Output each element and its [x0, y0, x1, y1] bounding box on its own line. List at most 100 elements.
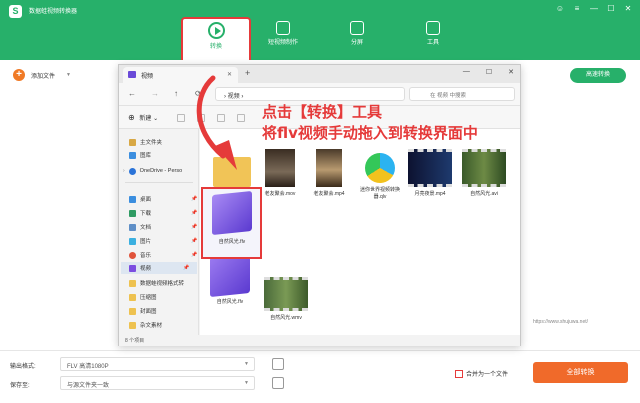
tab-convert-label: 转换	[209, 44, 222, 50]
clapper-icon	[276, 21, 290, 35]
sidebar-item-videos[interactable]: 视频 📌	[121, 262, 197, 274]
tab-tools[interactable]: 工具	[398, 17, 468, 60]
explorer-status-bar: 8 个项目	[119, 335, 520, 346]
back-icon[interactable]: ←	[128, 89, 136, 98]
maximize-icon[interactable]: ☐	[486, 68, 492, 76]
folder-icon	[129, 279, 136, 287]
output-format-label: 输出格式:	[10, 364, 36, 370]
tab-split-screen[interactable]: 分屏	[322, 17, 392, 60]
qlv-icon	[365, 153, 395, 183]
explorer-window-controls: — ☐ ✕	[463, 68, 514, 76]
video-thumbnail	[265, 149, 295, 187]
fast-convert-button[interactable]: 高速转换	[570, 68, 626, 83]
new-tab-icon[interactable]: +	[245, 68, 250, 78]
drag-arrow-icon	[196, 75, 237, 170]
sidebar-item-downloads[interactable]: 下载 📌	[129, 207, 197, 219]
up-icon[interactable]: ↑	[174, 89, 178, 98]
annotation-line-2: 将flv视频手动拖入到转换界面中	[262, 124, 478, 142]
tab-short-video[interactable]: 短视频制作	[248, 17, 318, 60]
output-format-select[interactable]: FLV 高清1080P ▼	[60, 357, 255, 371]
file-item[interactable]: 老友聚会.mp4	[303, 149, 355, 197]
menu-icon[interactable]: ≡	[571, 3, 583, 15]
add-file-button[interactable]: + 添加文件 ▼	[13, 69, 71, 81]
convert-all-button[interactable]: 全部转换	[533, 362, 628, 383]
file-name: 迷你世界视频转换器.qlv	[359, 187, 400, 200]
file-item[interactable]: 月亮夜景.mp4	[404, 149, 456, 197]
pin-icon: 📌	[191, 210, 198, 216]
minimize-icon[interactable]: —	[588, 3, 600, 15]
tab-split-screen-label: 分屏	[350, 40, 363, 46]
add-file-label: 添加文件	[31, 73, 56, 80]
merge-label: 合并为一个文件	[466, 372, 509, 378]
sidebar-item-folder-covers[interactable]: 封面图	[129, 305, 157, 317]
chevron-down-icon: ⌄	[153, 116, 159, 122]
toolbox-icon	[426, 21, 440, 35]
new-button[interactable]: ⊕ 新建 ⌄	[128, 113, 158, 122]
window-controls: ☺ ≡ — ☐ ✕	[554, 3, 634, 15]
forward-icon[interactable]: →	[151, 89, 159, 98]
file-name: 自然风光.avi	[470, 191, 498, 197]
explorer-tab-title: 视频	[141, 74, 154, 80]
file-item-flv[interactable]: 自然风光.flv	[204, 252, 256, 305]
search-input[interactable]: 在 视频 中搜索	[409, 87, 515, 101]
sidebar-item-folder-materials[interactable]: 杂文素材	[129, 319, 162, 331]
pin-icon: 📌	[191, 196, 198, 202]
folder-icon	[129, 321, 136, 329]
download-icon	[129, 209, 136, 217]
sidebar-item-folder-compressed[interactable]: 压缩图	[129, 291, 157, 303]
sidebar-item-home[interactable]: 主文件夹	[129, 136, 162, 148]
app-title: 数据蛙视频转换器	[29, 9, 78, 15]
chevron-down-icon[interactable]: ▼	[66, 72, 71, 78]
save-to-select[interactable]: 与源文件夹一致 ▼	[60, 376, 255, 390]
pin-icon: 📌	[191, 224, 198, 230]
documents-icon	[129, 223, 136, 231]
file-name: 自然风光.flv	[216, 299, 244, 305]
close-icon[interactable]: ✕	[508, 68, 514, 76]
minimize-icon[interactable]: —	[463, 68, 470, 76]
cut-icon[interactable]	[177, 114, 185, 122]
pin-icon: 📌	[191, 252, 198, 258]
folder-icon	[129, 307, 136, 315]
explorer-titlebar: 视频 ✕ + — ☐ ✕	[119, 65, 520, 83]
pictures-icon	[129, 237, 136, 245]
maximize-icon[interactable]: ☐	[605, 3, 617, 15]
videos-icon	[128, 71, 136, 78]
checkbox-box[interactable]	[455, 369, 463, 378]
tab-tools-label: 工具	[426, 40, 439, 46]
file-name: 月亮夜景.mp4	[414, 191, 446, 197]
film-thumbnail	[462, 149, 506, 187]
sidebar-item-documents[interactable]: 文档 📌	[129, 221, 197, 233]
file-item[interactable]: 自然风光.avi	[458, 149, 510, 197]
new-button-label: 新建	[139, 116, 152, 122]
merge-checkbox[interactable]: 合并为一个文件	[455, 369, 508, 378]
sidebar-item-gallery[interactable]: 图库	[129, 149, 151, 161]
file-item[interactable]: 迷你世界视频转换器.qlv	[354, 149, 406, 200]
video-thumbnail	[316, 149, 342, 187]
format-settings-icon[interactable]	[272, 358, 284, 370]
home-icon	[129, 138, 136, 146]
open-folder-icon[interactable]	[272, 377, 284, 389]
video-file-icon	[210, 252, 250, 298]
close-icon[interactable]: ✕	[622, 3, 634, 15]
feedback-icon[interactable]: ☺	[554, 3, 566, 15]
output-format-value: FLV 高清1080P	[67, 364, 109, 370]
file-name: 自然风光.wmv	[270, 315, 302, 321]
file-item-flv-highlight[interactable]: 自然风光.flv	[206, 190, 258, 245]
chevron-down-icon: ▼	[244, 380, 249, 386]
file-item[interactable]: 自然风光.wmv	[260, 277, 312, 321]
sidebar-item-folder-converter[interactable]: 数据蛙视频格式转	[129, 277, 184, 289]
desktop-icon	[129, 195, 136, 203]
annotation-text: 点击【转换】工具 将flv视频手动拖入到转换界面中	[262, 102, 478, 144]
add-icon: ⊕	[128, 113, 135, 122]
sidebar-item-pictures[interactable]: 图片 📌	[129, 235, 197, 247]
pin-icon: 📌	[183, 265, 190, 271]
tab-convert[interactable]: 转换	[181, 17, 251, 60]
sidebar-item-onedrive[interactable]: › OneDrive - Perso	[123, 165, 182, 177]
file-name: 老友聚会.mov	[264, 191, 296, 197]
sidebar-item-music[interactable]: 音乐 📌	[129, 249, 197, 261]
gallery-icon	[129, 151, 136, 159]
folder-icon	[129, 293, 136, 301]
chevron-down-icon: ▼	[244, 361, 249, 367]
film-thumbnail	[264, 277, 308, 311]
sidebar-item-desktop[interactable]: 桌面 📌	[129, 193, 197, 205]
